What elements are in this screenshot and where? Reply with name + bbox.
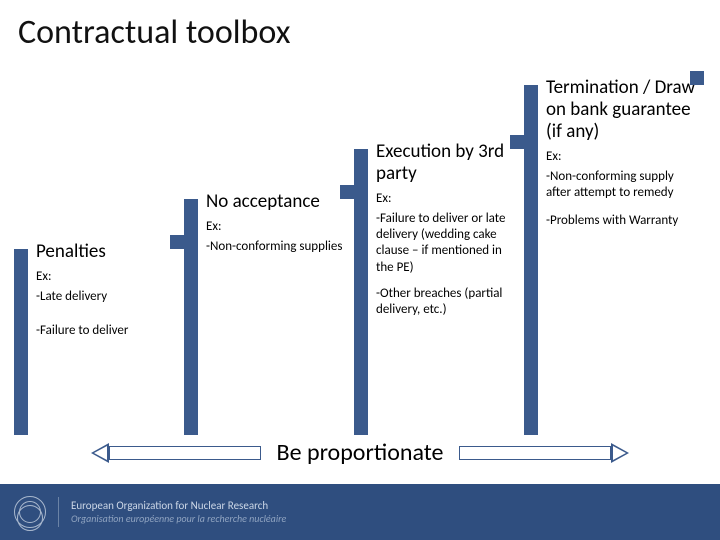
accent-corner: [170, 235, 184, 249]
arrow-right-icon: [459, 443, 629, 463]
body-line: -Problems with Warranty: [546, 213, 698, 229]
body-line: -Non-conforming supplies: [206, 239, 348, 255]
step-body: Ex: -Non-conforming supplies: [184, 217, 354, 266]
footer-org: European Organization for Nuclear Resear…: [71, 499, 286, 525]
step-no-acceptance: No acceptance Ex: -Non-conforming suppli…: [184, 185, 354, 435]
step-termination: Termination / Draw on bank guarantee (if…: [524, 71, 704, 435]
ex-label: Ex:: [546, 149, 698, 165]
footer-org-fr: Organisation européenne pour la recherch…: [71, 512, 286, 525]
step-execution: Execution by 3rd party Ex: -Failure to d…: [354, 135, 524, 435]
step-heading: Penalties: [14, 235, 184, 267]
body-line: -Failure to deliver or late delivery (we…: [376, 211, 518, 276]
accent-side: [14, 249, 28, 435]
step-heading: Execution by 3rd party: [354, 135, 524, 189]
proportionate-row: Be proportionate: [0, 438, 720, 467]
arrow-left-icon: [91, 443, 261, 463]
body-line: -Late delivery: [36, 289, 178, 305]
cern-logo-icon: [14, 496, 46, 528]
slide-title: Contractual toolbox: [0, 0, 720, 53]
accent-corner: [340, 185, 354, 199]
body-line: -Other breaches (partial delivery, etc.): [376, 286, 518, 319]
body-line: -Failure to deliver: [36, 323, 178, 339]
step-body: Ex: -Failure to deliver or late delivery…: [354, 189, 524, 329]
step-penalties: Penalties Ex: -Late delivery -Failure to…: [14, 235, 184, 435]
accent-side: [524, 85, 538, 435]
footer-bar: European Organization for Nuclear Resear…: [0, 484, 720, 540]
step-heading: Termination / Draw on bank guarantee (if…: [524, 71, 704, 147]
step-body: Ex: -Late delivery -Failure to deliver: [14, 267, 184, 350]
accent-side: [354, 149, 368, 435]
accent-corner: [690, 71, 704, 85]
proportionate-label: Be proportionate: [277, 438, 444, 467]
accent-side: [184, 199, 198, 435]
footer-divider: [58, 497, 59, 527]
ex-label: Ex:: [206, 219, 348, 235]
footer-org-en: European Organization for Nuclear Resear…: [71, 499, 286, 512]
staircase-diagram: Penalties Ex: -Late delivery -Failure to…: [0, 53, 720, 443]
accent-corner: [510, 135, 524, 149]
step-body: Ex: -Non-conforming supply after attempt…: [524, 147, 704, 240]
body-line: -Non-conforming supply after attempt to …: [546, 169, 698, 202]
ex-label: Ex:: [36, 269, 178, 285]
ex-label: Ex:: [376, 191, 518, 207]
step-heading: No acceptance: [184, 185, 354, 217]
